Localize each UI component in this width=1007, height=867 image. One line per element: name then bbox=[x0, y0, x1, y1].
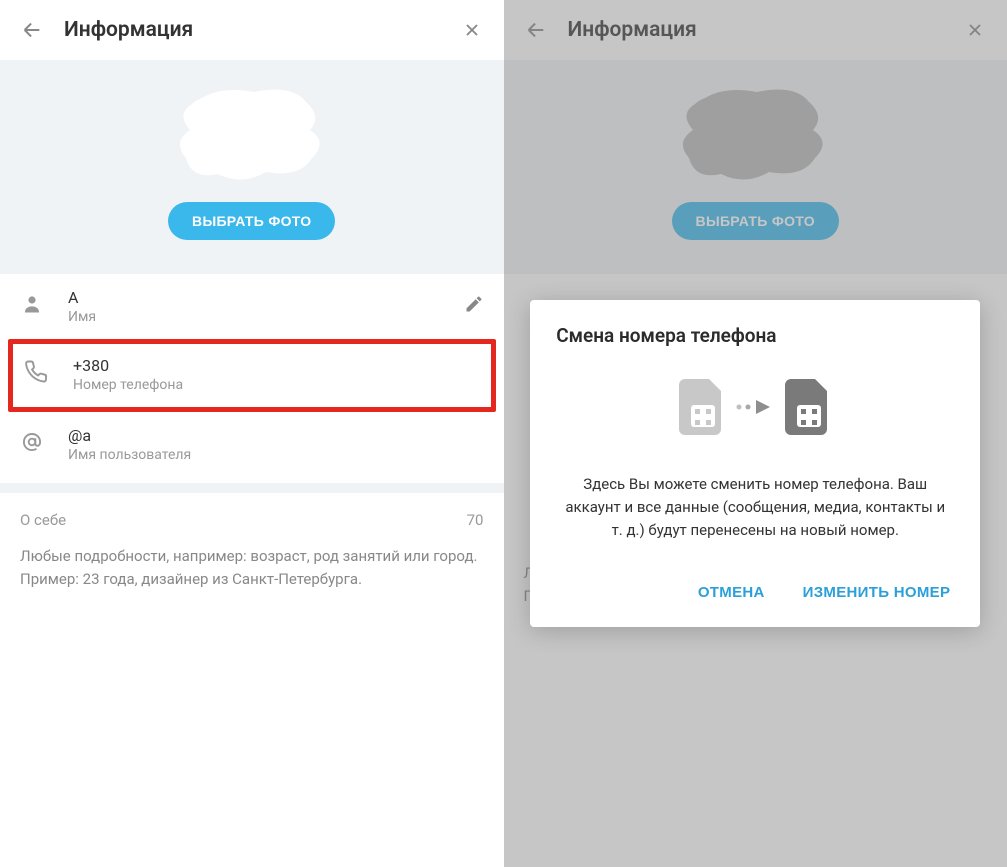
change-number-button[interactable]: ИЗМЕНИТЬ НОМЕР bbox=[799, 576, 955, 609]
arrow-icon bbox=[735, 398, 775, 416]
choose-photo-button[interactable]: ВЫБРАТЬ ФОТО bbox=[168, 202, 335, 240]
field-name[interactable]: А Имя bbox=[0, 274, 504, 339]
photo-section: ВЫБРАТЬ ФОТО bbox=[0, 60, 504, 262]
change-number-dialog: Смена номера телефона Здесь Вы можете см… bbox=[530, 300, 980, 628]
help-line1: Любые подробности, например: возраст, ро… bbox=[20, 545, 484, 568]
phone-value: +380 bbox=[73, 356, 479, 375]
photo-placeholder bbox=[162, 80, 342, 190]
at-icon bbox=[20, 430, 44, 454]
close-icon[interactable] bbox=[460, 18, 484, 42]
username-label: Имя пользователя bbox=[68, 447, 484, 463]
about-label: О себе bbox=[20, 511, 66, 529]
username-value: @a bbox=[68, 426, 484, 445]
sim-transfer-icon bbox=[556, 377, 954, 437]
edit-icon[interactable] bbox=[464, 294, 484, 314]
field-phone[interactable]: +380 Номер телефона bbox=[13, 344, 491, 407]
left-pane: Информация ВЫБРАТЬ ФОТО А Имя bbox=[0, 0, 504, 867]
dialog-body: Здесь Вы можете сменить номер телефона. … bbox=[556, 473, 954, 543]
header: Информация bbox=[0, 0, 504, 60]
person-icon bbox=[20, 292, 44, 316]
divider bbox=[0, 262, 504, 274]
phone-highlight: +380 Номер телефона bbox=[8, 339, 496, 412]
phone-label: Номер телефона bbox=[73, 377, 479, 393]
field-username[interactable]: @a Имя пользователя bbox=[0, 412, 504, 477]
name-value: А bbox=[68, 288, 440, 307]
about-row[interactable]: О себе 70 bbox=[0, 493, 504, 537]
right-pane: Информация ВЫБРАТЬ ФОТО Любые подробност… bbox=[504, 0, 1007, 867]
about-help: Любые подробности, например: возраст, ро… bbox=[0, 537, 504, 610]
phone-icon bbox=[25, 360, 49, 384]
dialog-overlay: Смена номера телефона Здесь Вы можете см… bbox=[504, 0, 1007, 867]
name-label: Имя bbox=[68, 309, 440, 325]
dialog-title: Смена номера телефона bbox=[556, 324, 954, 347]
cancel-button[interactable]: ОТМЕНА bbox=[694, 576, 769, 609]
page-title: Информация bbox=[64, 18, 440, 42]
divider bbox=[0, 483, 504, 493]
about-count: 70 bbox=[467, 511, 484, 529]
help-line2: Пример: 23 года, дизайнер из Санкт-Петер… bbox=[20, 568, 484, 591]
back-icon[interactable] bbox=[20, 18, 44, 42]
